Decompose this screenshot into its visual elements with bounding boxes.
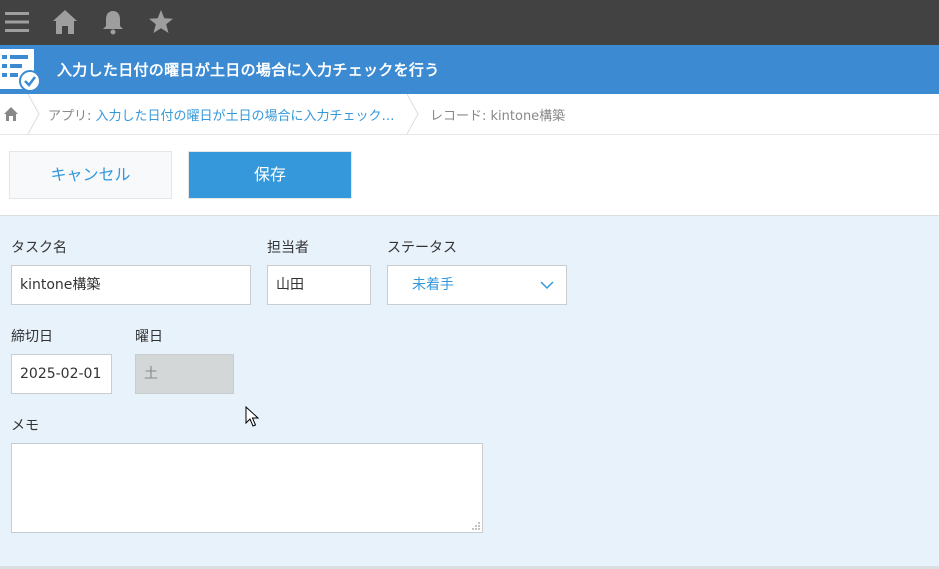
breadcrumb-separator-icon (27, 94, 40, 134)
status-select-value: 未着手 (412, 277, 454, 293)
deadline-label: 締切日 (11, 329, 53, 345)
status-select[interactable]: 未着手 (387, 265, 567, 305)
breadcrumb-app: アプリ: 入力した日付の曜日が土日の場合に入力チェック… (48, 105, 395, 124)
bell-icon[interactable] (99, 8, 127, 36)
resize-handle-icon[interactable] (471, 521, 481, 531)
app-icon (0, 49, 41, 92)
breadcrumb-separator-icon (406, 94, 419, 134)
assignee-label: 担当者 (267, 240, 309, 256)
edit-toolbar: キャンセル 保存 (0, 135, 939, 216)
record-form: タスク名 kintone構築 担当者 山田 ステータス 未着手 締切日 2025… (0, 216, 939, 566)
memo-textarea[interactable] (11, 443, 483, 533)
page-title: 入力した日付の曜日が土日の場合に入力チェックを行う (57, 61, 440, 79)
cancel-button[interactable]: キャンセル (9, 151, 172, 199)
breadcrumb-home-icon[interactable] (3, 106, 19, 122)
star-icon[interactable] (147, 8, 175, 36)
chevron-down-icon (540, 281, 554, 290)
menu-icon[interactable] (3, 8, 31, 36)
task-name-label: タスク名 (11, 240, 67, 256)
global-header (0, 0, 939, 45)
memo-label: メモ (11, 418, 39, 434)
status-label: ステータス (387, 240, 457, 256)
save-button[interactable]: 保存 (188, 151, 352, 199)
task-name-input[interactable]: kintone構築 (11, 265, 251, 305)
app-title-bar: 入力した日付の曜日が土日の場合に入力チェックを行う (0, 45, 939, 94)
breadcrumb: アプリ: 入力した日付の曜日が土日の場合に入力チェック… レコード: kinto… (0, 94, 939, 135)
breadcrumb-app-link[interactable]: 入力した日付の曜日が土日の場合に入力チェック… (96, 109, 395, 124)
weekday-label: 曜日 (135, 329, 163, 345)
deadline-date-input[interactable]: 2025-02-01 (11, 354, 112, 394)
breadcrumb-record: レコード: kintone構築 (430, 109, 566, 124)
breadcrumb-app-prefix: アプリ: (48, 109, 96, 124)
weekday-field: 土 (135, 354, 234, 394)
home-icon[interactable] (51, 8, 79, 36)
assignee-input[interactable]: 山田 (267, 265, 371, 305)
mouse-cursor-icon (245, 406, 260, 427)
